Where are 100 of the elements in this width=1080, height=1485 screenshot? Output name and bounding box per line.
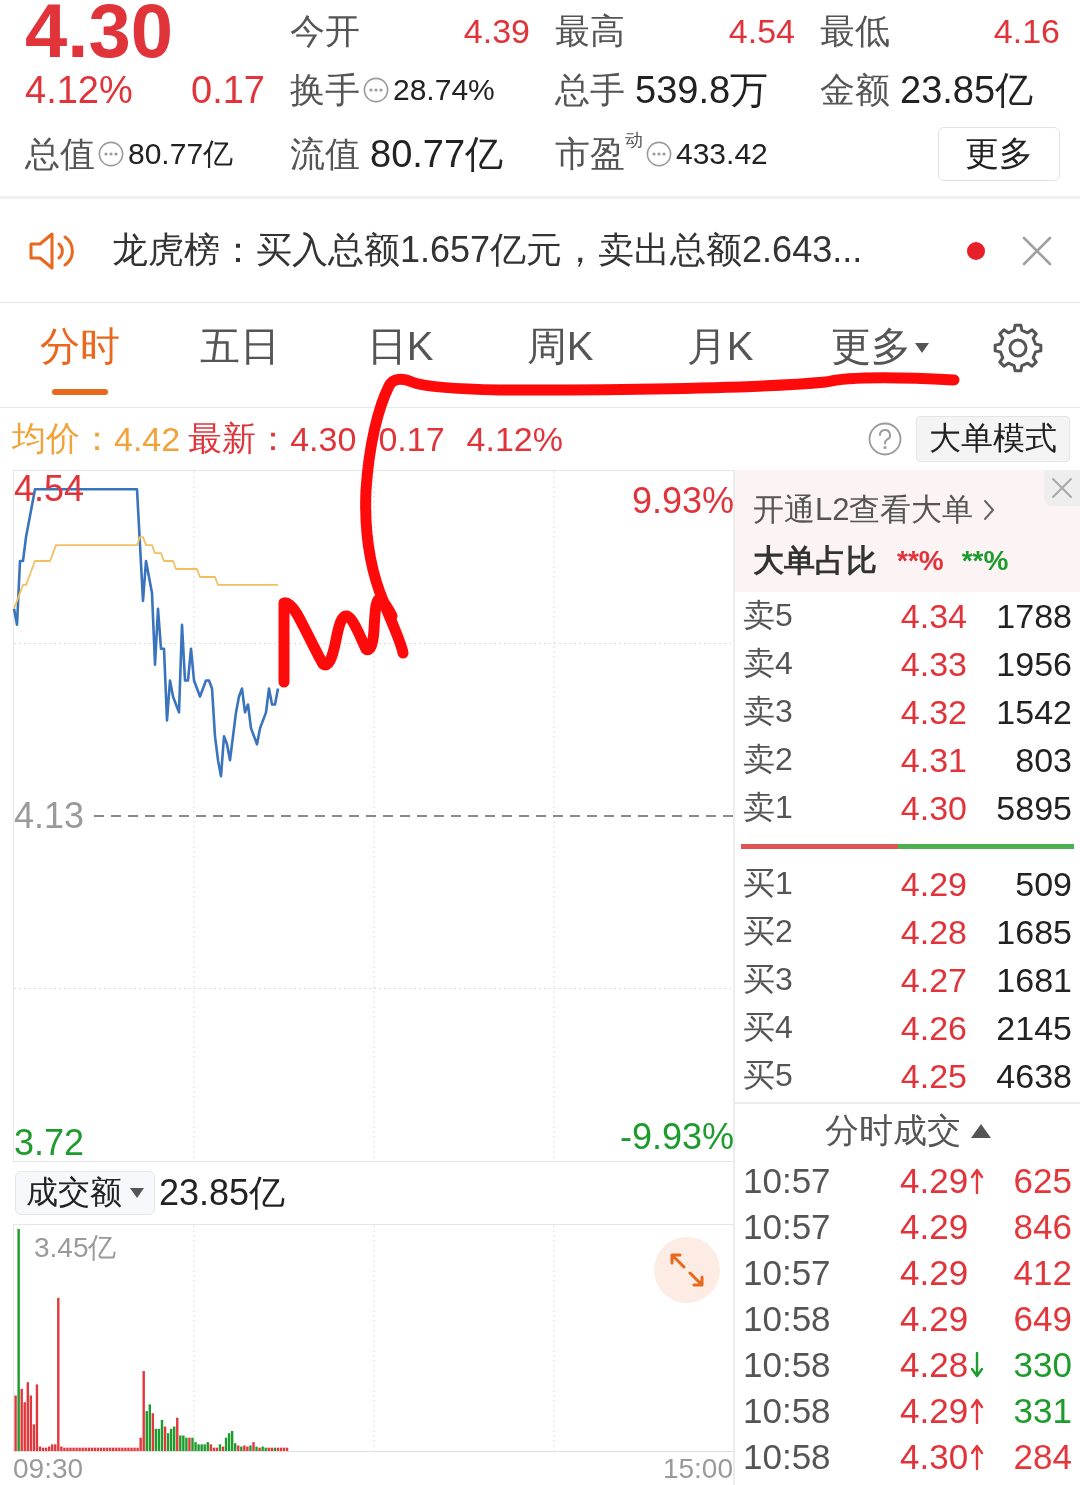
- trade-price: 4.29: [900, 1207, 969, 1247]
- order-volume: 509: [1014, 864, 1072, 904]
- chart-tab[interactable]: 更多: [800, 303, 960, 407]
- trade-time: 10:57: [743, 1207, 832, 1247]
- order-volume: 1681: [995, 960, 1072, 1000]
- stat-value: 539.8万: [635, 68, 769, 112]
- big-order-mode-button[interactable]: 大单模式: [916, 416, 1070, 462]
- order-price: 4.27: [899, 960, 967, 1000]
- stat-label: 换手: [290, 69, 360, 111]
- order-level-label: 买1: [743, 864, 794, 903]
- trade-price: 4.29: [900, 1161, 969, 1201]
- change-percent: 4.12%: [466, 419, 563, 459]
- order-level-label: 卖2: [743, 740, 794, 779]
- trades-title[interactable]: 分时成交: [824, 1108, 961, 1154]
- latest-price-label: 最新：: [188, 418, 291, 459]
- trade-volume: 331: [1012, 1391, 1072, 1431]
- trade-price: 4.30: [900, 1437, 969, 1477]
- percent-axis-label: -9.93%: [619, 1115, 734, 1159]
- chart-tab[interactable]: 五日: [160, 303, 320, 407]
- trade-time: 10:58: [743, 1345, 832, 1385]
- stat-value: 4.16: [993, 11, 1060, 52]
- stat-label: 最低: [820, 10, 890, 52]
- order-price: 4.31: [899, 740, 967, 780]
- average-price-value: 4.42: [114, 419, 181, 459]
- order-level-label: 买2: [743, 912, 794, 951]
- l2-upgrade-link[interactable]: 开通L2查看大单: [753, 488, 996, 532]
- stat-value: 433.42: [676, 136, 768, 172]
- caret-down-icon: [130, 1188, 144, 1198]
- stat-label: 流值: [290, 133, 360, 175]
- stat-value: 28.74%: [393, 72, 495, 108]
- sell-ratio-value: **%: [961, 545, 1009, 577]
- time-axis-label: 15:00: [662, 1452, 733, 1485]
- stat-value: 4.39: [463, 11, 530, 52]
- turnover-total: 23.85亿: [159, 1170, 286, 1215]
- trade-volume: 649: [1012, 1299, 1072, 1339]
- caret-up-icon[interactable]: [970, 1124, 991, 1138]
- percent-axis-label: 9.93%: [631, 479, 734, 523]
- trade-time: 10:58: [743, 1437, 832, 1477]
- order-volume: 1685: [995, 912, 1072, 952]
- close-button[interactable]: [1044, 470, 1080, 506]
- average-price-label: 均价：: [12, 418, 114, 459]
- order-level-label: 买5: [743, 1056, 794, 1095]
- order-level-label: 卖1: [743, 788, 794, 827]
- order-price: 4.32: [899, 692, 967, 732]
- chart-tab[interactable]: 日K: [320, 303, 480, 407]
- order-price: 4.30: [899, 788, 967, 828]
- volume-scale-label: 3.45亿: [34, 1231, 117, 1265]
- notice-text[interactable]: 龙虎榜：买入总额1.657亿元，卖出总额2.643...: [112, 226, 863, 275]
- order-volume: 1788: [995, 596, 1072, 636]
- trade-volume: 625: [1012, 1161, 1072, 1201]
- more-button[interactable]: 更多: [938, 127, 1060, 181]
- order-price: 4.34: [899, 596, 967, 636]
- last-price: 4.30: [25, 0, 173, 62]
- ellipsis-circle-icon[interactable]: [98, 141, 124, 167]
- close-icon[interactable]: [1022, 235, 1052, 266]
- trade-volume: 284: [1012, 1437, 1072, 1477]
- trade-price: 4.29: [900, 1253, 969, 1293]
- stat-value: 4.54: [728, 11, 795, 52]
- order-price: 4.28: [899, 912, 967, 952]
- stat-value: 80.77亿: [370, 132, 504, 176]
- order-volume: 1542: [995, 692, 1072, 732]
- order-level-label: 卖3: [743, 692, 794, 731]
- stat-label: 市盈$^{动}$: [555, 132, 643, 175]
- chart-tab[interactable]: 月K: [640, 303, 800, 407]
- stat-value: 23.85亿: [900, 68, 1034, 112]
- change-amount: 0.17: [191, 68, 265, 112]
- order-price: 4.25: [899, 1056, 967, 1096]
- trade-volume: 846: [1012, 1207, 1072, 1247]
- trade-price: 4.28: [900, 1345, 969, 1385]
- trade-time: 10:57: [743, 1253, 832, 1293]
- trade-time: 10:58: [743, 1391, 832, 1431]
- time-axis-label: 09:30: [13, 1452, 84, 1485]
- stat-label: 总值: [25, 133, 95, 175]
- order-volume: 2145: [995, 1008, 1072, 1048]
- order-price: 4.29: [899, 864, 967, 904]
- ellipsis-circle-icon[interactable]: [363, 77, 389, 103]
- help-icon[interactable]: [868, 422, 902, 456]
- stat-label: 今开: [290, 10, 360, 52]
- buy-ratio-value: **%: [897, 545, 944, 577]
- chart-tab[interactable]: 周K: [480, 303, 640, 407]
- order-price: 4.33: [899, 644, 967, 684]
- chevron-right-icon: [983, 499, 996, 521]
- order-volume: 803: [1014, 740, 1072, 780]
- stat-value: 80.77亿: [128, 136, 234, 172]
- latest-price-value: 4.30: [290, 419, 357, 459]
- trade-volume: 412: [1012, 1253, 1072, 1293]
- settings-icon[interactable]: [992, 322, 1044, 374]
- order-price: 4.26: [899, 1008, 967, 1048]
- stat-label: 最高: [555, 10, 625, 52]
- ellipsis-circle-icon[interactable]: [646, 141, 672, 167]
- order-volume: 1956: [995, 644, 1072, 684]
- stat-label: 金额: [820, 69, 890, 111]
- stat-label: 总手: [555, 69, 625, 111]
- order-level-label: 卖5: [743, 596, 794, 635]
- metric-dropdown[interactable]: 成交额: [15, 1171, 155, 1215]
- trade-volume: 330: [1012, 1345, 1072, 1385]
- change-percent: 4.12%: [25, 68, 133, 112]
- y-axis-label: 3.72: [14, 1120, 85, 1165]
- order-volume: 5895: [995, 788, 1072, 828]
- trade-time: 10:58: [743, 1299, 832, 1339]
